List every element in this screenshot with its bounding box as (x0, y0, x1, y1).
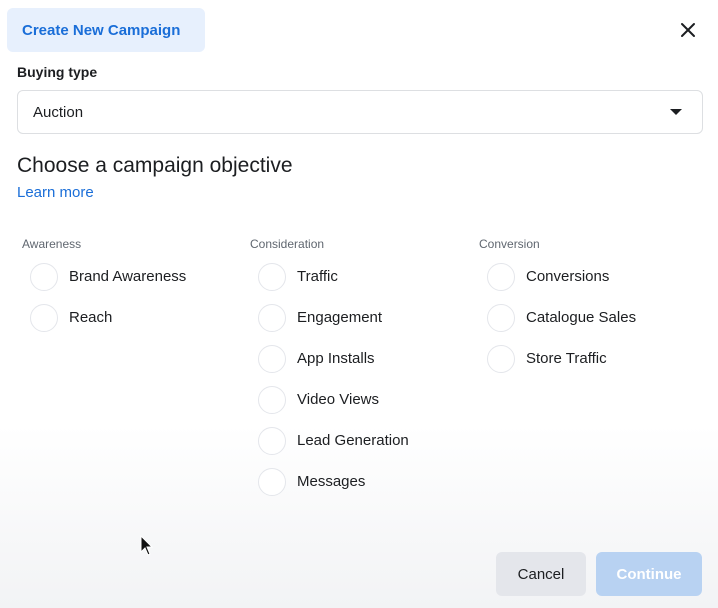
objective-option-store-traffic[interactable]: Store Traffic (487, 338, 699, 379)
radio-button[interactable] (258, 467, 286, 496)
option-label: Catalogue Sales (526, 309, 637, 326)
radio-button[interactable] (30, 303, 58, 332)
caret-down-icon (670, 109, 682, 115)
radio-button[interactable] (258, 426, 286, 455)
option-label: Store Traffic (526, 350, 607, 367)
column-label: Consideration (250, 237, 325, 251)
option-label: Engagement (297, 309, 383, 326)
column-label: Conversion (479, 237, 540, 251)
cancel-button[interactable]: Cancel (496, 552, 586, 596)
objective-column-conversion: Conversion Conversions Catalogue Sales S… (479, 236, 699, 379)
option-label: App Installs (297, 350, 375, 367)
dialog-title: Create New Campaign (22, 21, 181, 39)
objective-option-traffic[interactable]: Traffic (258, 256, 470, 297)
mouse-pointer-icon (140, 535, 154, 556)
option-label: Conversions (526, 268, 610, 285)
option-label: Video Views (297, 391, 380, 408)
objective-option-lead-generation[interactable]: Lead Generation (258, 420, 470, 461)
radio-button[interactable] (487, 303, 515, 332)
buying-type-label: Buying type (17, 64, 98, 80)
objective-option-reach[interactable]: Reach (30, 297, 242, 338)
objective-column-consideration: Consideration Traffic Engagement App Ins… (250, 236, 470, 502)
option-label: Brand Awareness (69, 268, 187, 285)
create-campaign-dialog: Create New Campaign Buying type Auction … (0, 0, 718, 608)
option-label: Traffic (297, 268, 338, 285)
objective-option-messages[interactable]: Messages (258, 461, 470, 502)
option-label: Messages (297, 473, 366, 490)
objective-column-awareness: Awareness Brand Awareness Reach (22, 236, 242, 338)
objective-option-app-installs[interactable]: App Installs (258, 338, 470, 379)
radio-button[interactable] (487, 262, 515, 291)
objective-option-brand-awareness[interactable]: Brand Awareness (30, 256, 242, 297)
objective-option-engagement[interactable]: Engagement (258, 297, 470, 338)
buying-type-value: Auction (33, 103, 84, 121)
objective-option-catalogue-sales[interactable]: Catalogue Sales (487, 297, 699, 338)
option-label: Lead Generation (297, 432, 409, 449)
radio-button[interactable] (258, 385, 286, 414)
objective-heading: Choose a campaign objective (17, 154, 293, 177)
learn-more-link[interactable]: Learn more (17, 184, 94, 201)
radio-button[interactable] (258, 303, 286, 332)
radio-button[interactable] (30, 262, 58, 291)
objective-option-video-views[interactable]: Video Views (258, 379, 470, 420)
dialog-title-tab[interactable]: Create New Campaign (7, 8, 205, 52)
column-label: Awareness (22, 237, 82, 251)
radio-button[interactable] (258, 262, 286, 291)
radio-button[interactable] (487, 344, 515, 373)
close-button[interactable] (674, 16, 702, 44)
buying-type-select[interactable]: Auction (17, 90, 703, 134)
radio-button[interactable] (258, 344, 286, 373)
close-icon (681, 23, 695, 37)
objective-option-conversions[interactable]: Conversions (487, 256, 699, 297)
continue-button[interactable]: Continue (596, 552, 702, 596)
option-label: Reach (69, 309, 113, 326)
